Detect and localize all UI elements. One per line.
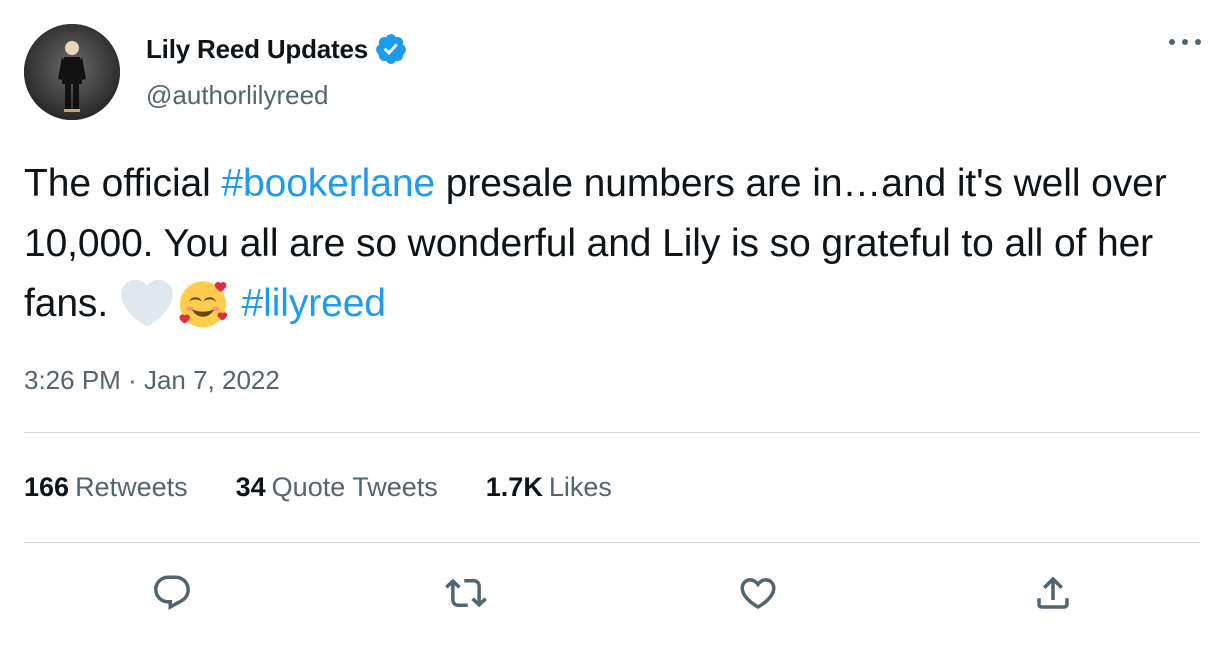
retweets-stat[interactable]: 166 Retweets bbox=[24, 472, 188, 503]
author-handle[interactable]: @authorlilyreed bbox=[146, 80, 328, 111]
likes-stat[interactable]: 1.7K Likes bbox=[486, 472, 612, 503]
tweet-text-segment: The official bbox=[24, 162, 222, 205]
tweet-text-segment bbox=[231, 282, 242, 325]
author-name[interactable]: Lily Reed Updates bbox=[146, 34, 368, 65]
retweets-count: 166 bbox=[24, 472, 70, 502]
quote-tweets-count: 34 bbox=[235, 472, 266, 502]
quote-tweets-stat[interactable]: 34 Quote Tweets bbox=[236, 472, 438, 503]
share-icon bbox=[1037, 576, 1069, 609]
reply-icon bbox=[154, 575, 190, 610]
divider bbox=[24, 542, 1200, 543]
action-bar bbox=[0, 570, 1224, 616]
divider bbox=[24, 432, 1200, 433]
share-button[interactable] bbox=[1030, 570, 1076, 616]
author-name-row[interactable]: Lily Reed Updates bbox=[146, 32, 408, 66]
tweet-timestamp[interactable]: 3:26 PM · Jan 7, 2022 bbox=[24, 365, 280, 396]
quote-tweets-label: Quote Tweets bbox=[271, 472, 438, 502]
like-button[interactable] bbox=[735, 570, 781, 616]
likes-count: 1.7K bbox=[485, 472, 543, 502]
white-heart-icon bbox=[120, 277, 173, 329]
hashtag-bookerlane[interactable]: #bookerlane bbox=[221, 162, 435, 205]
tweet-date[interactable]: Jan 7, 2022 bbox=[144, 365, 280, 395]
reply-button[interactable] bbox=[149, 570, 195, 616]
smiling-face-with-hearts-icon bbox=[177, 277, 229, 329]
more-options-button[interactable] bbox=[1162, 28, 1202, 56]
retweets-label: Retweets bbox=[75, 472, 188, 502]
avatar[interactable] bbox=[24, 24, 120, 120]
hashtag-lilyreed[interactable]: #lilyreed bbox=[242, 282, 386, 325]
tweet-text: The official #bookerlane presale numbers… bbox=[24, 154, 1204, 334]
verified-badge-icon bbox=[376, 34, 406, 64]
tweet-time[interactable]: 3:26 PM bbox=[24, 365, 121, 395]
like-icon bbox=[740, 578, 776, 610]
ellipsis-icon bbox=[1169, 39, 1201, 45]
timestamp-separator: · bbox=[120, 365, 144, 395]
retweet-button[interactable] bbox=[443, 570, 489, 616]
retweet-icon bbox=[445, 578, 487, 608]
engagement-stats: 166 Retweets 34 Quote Tweets 1.7K Likes bbox=[24, 472, 660, 503]
likes-label: Likes bbox=[548, 472, 612, 502]
profile-photo bbox=[24, 24, 120, 120]
